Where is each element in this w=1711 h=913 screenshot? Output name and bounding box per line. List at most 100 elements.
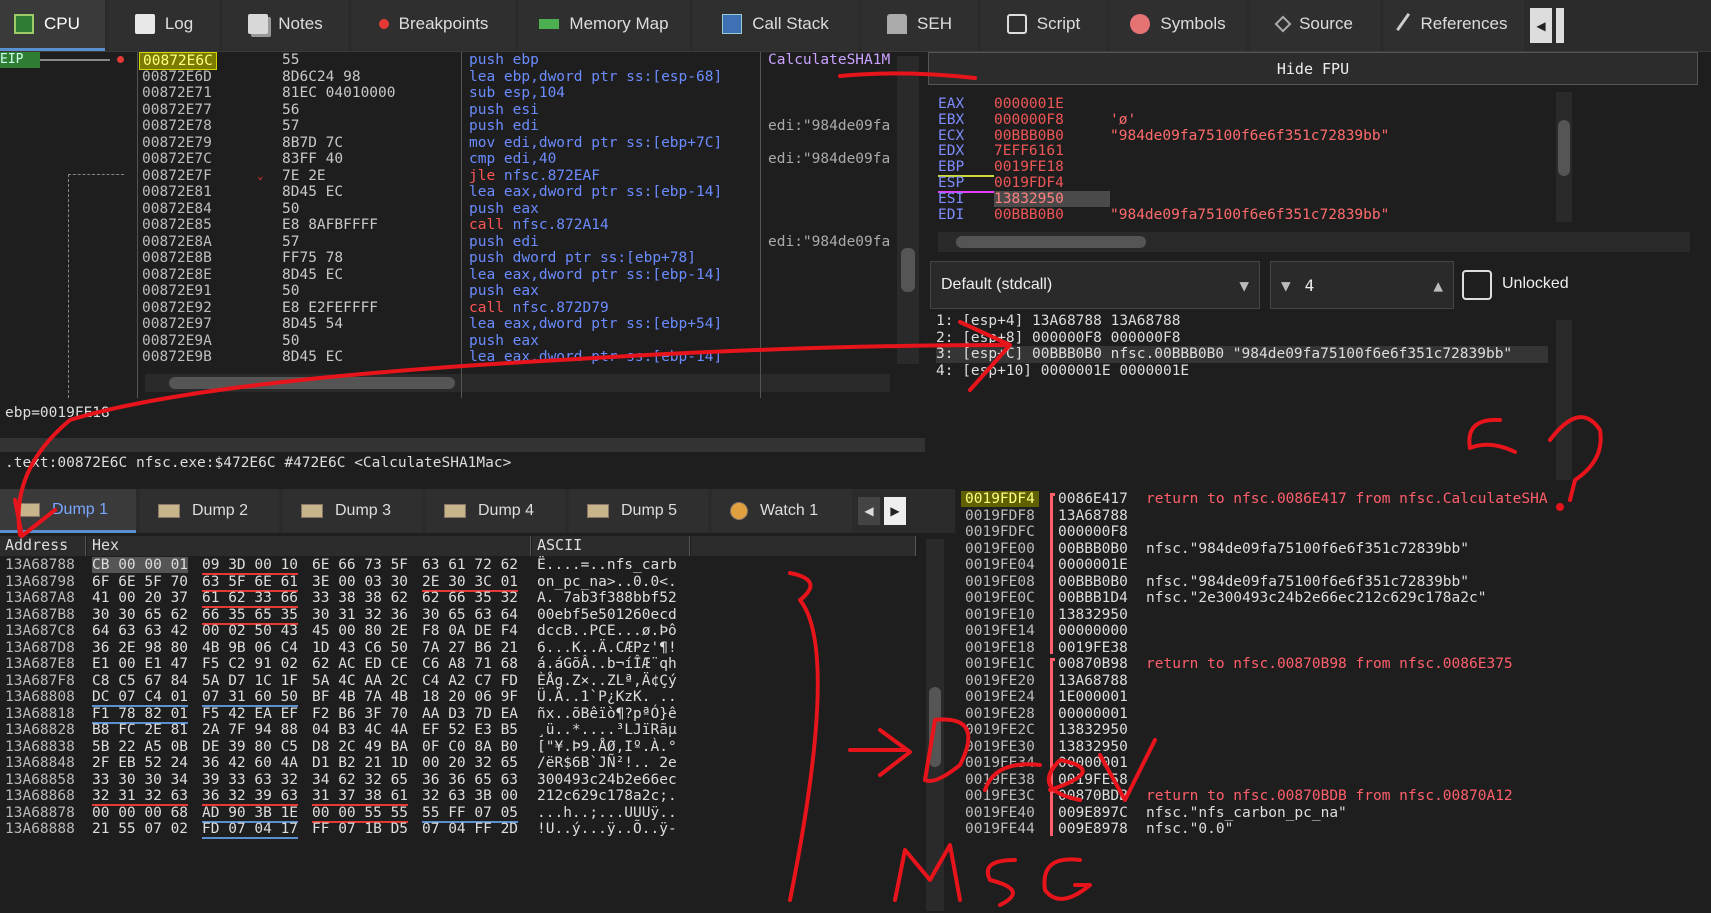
disassembly-panel[interactable]: EIP ⌄ 00872E6C 55 push ebp CalculateSHA1M 00… bbox=[0, 52, 925, 398]
ascii-column-header[interactable]: ASCII bbox=[532, 536, 690, 556]
register-value[interactable]: 0019FDF4 bbox=[994, 175, 1110, 191]
disasm-row[interactable]: 00872E6C 55 push ebp CalculateSHA1M bbox=[0, 52, 900, 70]
info-scrollbar[interactable] bbox=[0, 438, 925, 452]
disasm-row[interactable]: 00872E9A 50 push eax bbox=[0, 333, 900, 350]
disasm-horizontal-scrollbar[interactable] bbox=[145, 374, 890, 392]
register-value[interactable]: 00BBB0B0 bbox=[994, 207, 1110, 223]
register-row[interactable]: EDX 7EFF6161 bbox=[938, 143, 1110, 159]
dump-tab-scroll-left-button[interactable]: ◀ bbox=[858, 497, 880, 525]
stack-row[interactable]: 0019FE44 009E8978 nfsc."0.0" bbox=[957, 821, 1711, 838]
stack-row[interactable]: 0019FE18 0019FE38 bbox=[957, 640, 1711, 657]
disasm-row[interactable]: 00872E9B 8D45 EC lea eax,dword ptr ss:[ebp… bbox=[0, 349, 900, 366]
stack-row[interactable]: 0019FE14 00000000 bbox=[957, 623, 1711, 640]
stack-row[interactable]: 0019FE40 009E897C nfsc."nfs_carbon_pc_na" bbox=[957, 805, 1711, 822]
disasm-row[interactable]: 00872E6D 8D6C24 98 lea ebp,dword ptr ss:[e… bbox=[0, 69, 900, 86]
stack-row[interactable]: 0019FE30 13832950 bbox=[957, 739, 1711, 756]
dump-row[interactable]: 13A68868 32 31 32 63 36 32 39 63 31 37 38 6… bbox=[0, 788, 920, 806]
dump-row[interactable]: 13A68788 CB 00 00 01 09 3D 00 10 6E 66 73 5… bbox=[0, 557, 920, 575]
tab-scroll-right-button[interactable] bbox=[1556, 8, 1564, 43]
unlocked-checkbox[interactable] bbox=[1462, 270, 1492, 300]
scroll-thumb[interactable] bbox=[901, 248, 915, 292]
dump-row[interactable]: 13A68828 B8 FC 2E 81 2A 7F 94 88 04 B3 4C 4… bbox=[0, 722, 920, 739]
stack-row[interactable]: 0019FE24 1E000001 bbox=[957, 689, 1711, 706]
register-value[interactable]: 13832950 bbox=[994, 190, 1110, 207]
tab-dump-2[interactable]: Dump 2 bbox=[140, 489, 279, 533]
disasm-row[interactable]: 00872E8E 8D45 EC lea eax,dword ptr ss:[ebp… bbox=[0, 267, 900, 284]
dump-row[interactable]: 13A68798 6F 6E 5F 70 63 5F 6E 61 3E 00 03 3… bbox=[0, 574, 920, 592]
dump-row[interactable]: 13A687C8 64 63 63 42 00 02 50 43 45 00 80 2… bbox=[0, 623, 920, 640]
scroll-thumb[interactable] bbox=[1558, 120, 1570, 176]
stack-row[interactable]: 0019FE34 00000001 bbox=[957, 755, 1711, 772]
register-value[interactable]: 7EFF6161 bbox=[994, 143, 1110, 159]
dump-row[interactable]: 13A68878 00 00 00 68 AD 90 3B 1E 00 00 55 5… bbox=[0, 805, 920, 823]
stack-row[interactable]: 0019FE04 0000001E bbox=[957, 557, 1711, 574]
tab-script[interactable]: Script bbox=[981, 0, 1106, 51]
tab-dump-3[interactable]: Dump 3 bbox=[283, 489, 422, 533]
stack-row[interactable]: 0019FE2C 13832950 bbox=[957, 722, 1711, 739]
disasm-row[interactable]: 00872E71 81EC 04010000 sub esp,104 bbox=[0, 85, 900, 102]
stack-row[interactable]: 0019FE10 13832950 bbox=[957, 607, 1711, 624]
dump-vertical-scrollbar[interactable] bbox=[926, 539, 944, 911]
tab-scroll-left-button[interactable]: ◀ bbox=[1530, 8, 1552, 43]
hex-column-header[interactable]: Hex bbox=[87, 536, 531, 556]
tab-log[interactable]: Log bbox=[109, 0, 219, 51]
stack-row[interactable]: 0019FDF8 13A68788 bbox=[957, 508, 1711, 525]
argument-row[interactable]: 2: [esp+8] 000000F8 000000F8 bbox=[936, 330, 1180, 347]
dump-row[interactable]: 13A68858 33 30 30 34 39 33 63 32 34 62 32 6… bbox=[0, 772, 920, 789]
stack-row[interactable]: 0019FE0C 00BBB1D4 nfsc."2e300493c24b2e66ec… bbox=[957, 590, 1711, 607]
tab-notes[interactable]: Notes bbox=[223, 0, 348, 51]
stack-row[interactable]: 0019FE3C 00870BDB return to nfsc.00870BDB … bbox=[957, 788, 1711, 805]
disasm-row[interactable]: 00872E7C 83FF 40 cmp edi,40 edi:"984de09fa bbox=[0, 151, 900, 168]
dump-row[interactable]: 13A687B8 30 30 65 62 66 35 65 35 30 31 32 3… bbox=[0, 607, 920, 625]
dump-row[interactable]: 13A68808 DC 07 C4 01 07 31 60 50 BF 4B 7A 4… bbox=[0, 689, 920, 707]
stack-panel[interactable]: 0019FDF4 0086E417 return to nfsc.0086E417 … bbox=[957, 489, 1711, 913]
dump-row[interactable]: 13A687A8 41 00 20 37 61 62 33 66 33 38 38 6… bbox=[0, 590, 920, 608]
stack-row[interactable]: 0019FE28 00000001 bbox=[957, 706, 1711, 723]
calling-convention-select[interactable]: Default (stdcall) ▼ bbox=[930, 261, 1260, 309]
disasm-row[interactable]: 00872E8B FF75 78 push dword ptr ss:[ebp+78… bbox=[0, 250, 900, 267]
stack-row[interactable]: 0019FE08 00BBB0B0 nfsc."984de09fa75100f6e6… bbox=[957, 574, 1711, 591]
register-row[interactable]: EDI 00BBB0B0 "984de09fa75100f6e6f351c72839… bbox=[938, 207, 1389, 223]
disasm-row[interactable]: 00872E84 50 push eax bbox=[0, 201, 900, 218]
register-row[interactable]: ESP 0019FDF4 bbox=[938, 175, 1110, 193]
register-value[interactable]: 00BBB0B0 bbox=[994, 128, 1110, 144]
scroll-thumb[interactable] bbox=[956, 236, 1146, 248]
disasm-row[interactable]: 00872E78 57 push edi edi:"984de09fa bbox=[0, 118, 900, 135]
stack-row[interactable]: 0019FE1C 00870B98 return to nfsc.00870B98 … bbox=[957, 656, 1711, 673]
arguments-vertical-scrollbar[interactable] bbox=[1556, 320, 1572, 480]
address-column-header[interactable]: Address bbox=[0, 536, 86, 556]
hide-fpu-button[interactable]: Hide FPU bbox=[928, 52, 1698, 85]
tab-memory-map[interactable]: Memory Map bbox=[519, 0, 689, 51]
disasm-row[interactable]: 00872E79 8B7D 7C mov edi,dword ptr ss:[ebp… bbox=[0, 135, 900, 152]
tab-dump-5[interactable]: Dump 5 bbox=[569, 489, 708, 533]
register-value[interactable]: 0000001E bbox=[994, 96, 1110, 112]
register-value[interactable]: 0019FE18 bbox=[994, 159, 1110, 175]
tab-breakpoints[interactable]: Breakpoints bbox=[352, 0, 515, 51]
disasm-row[interactable]: 00872E92 E8 E2FEFFFF call nfsc.872D79 bbox=[0, 300, 900, 317]
arguments-panel[interactable]: Default (stdcall) ▼ ▼ 4 ▲ Unlocked 1: [esp+… bbox=[928, 258, 1711, 488]
argument-row[interactable]: 4: [esp+10] 0000001E 0000001E bbox=[936, 363, 1189, 380]
disasm-row[interactable]: 00872E77 56 push esi bbox=[0, 102, 900, 119]
stack-row[interactable]: 0019FE00 00BBB0B0 nfsc."984de09fa75100f6e6… bbox=[957, 541, 1711, 558]
scroll-thumb[interactable] bbox=[169, 377, 455, 389]
register-row[interactable]: EBP 0019FE18 bbox=[938, 159, 1110, 178]
tab-references[interactable]: References bbox=[1384, 0, 1524, 51]
disasm-row[interactable]: 00872E85 E8 8AFBFFFF call nfsc.872A14 bbox=[0, 217, 900, 234]
registers-panel[interactable]: Hide FPU EAX 0000001E EBX 000000F8'ø' ECX 00B… bbox=[928, 52, 1711, 258]
stack-row[interactable]: 0019FDFC 000000F8 bbox=[957, 524, 1711, 541]
dump-row[interactable]: 13A68838 5B 22 A5 0B DE 39 80 C5 D8 2C 49 B… bbox=[0, 739, 920, 756]
disasm-row[interactable]: 00872E91 50 push eax bbox=[0, 283, 900, 300]
disasm-vertical-scrollbar[interactable] bbox=[897, 56, 919, 364]
argument-count-spinner[interactable]: ▼ 4 ▲ bbox=[1270, 261, 1454, 309]
dump-row[interactable]: 13A68888 21 55 07 02 FD 07 04 17 FF 07 1B D… bbox=[0, 821, 920, 839]
register-value[interactable]: 000000F8 bbox=[994, 112, 1110, 128]
dump-tab-scroll-right-button[interactable]: ▶ bbox=[884, 497, 906, 525]
dump-panel[interactable]: Address Hex ASCII 13A68788 CB 00 00 01 09 … bbox=[0, 535, 955, 913]
argument-row[interactable]: 3: [esp+C] 00BBB0B0 nfsc.00BBB0B0 "984de… bbox=[936, 346, 1548, 363]
register-row[interactable]: ESI 13832950 bbox=[938, 190, 1110, 207]
stack-row[interactable]: 0019FE38 0019FE58 bbox=[957, 772, 1711, 789]
register-row[interactable]: EBX 000000F8'ø' bbox=[938, 112, 1136, 128]
register-row[interactable]: EAX 0000001E bbox=[938, 96, 1110, 112]
dump-row[interactable]: 13A687D8 36 2E 98 80 4B 9B 06 C4 1D 43 C6 5… bbox=[0, 640, 920, 657]
tab-symbols[interactable]: Symbols bbox=[1110, 0, 1246, 51]
